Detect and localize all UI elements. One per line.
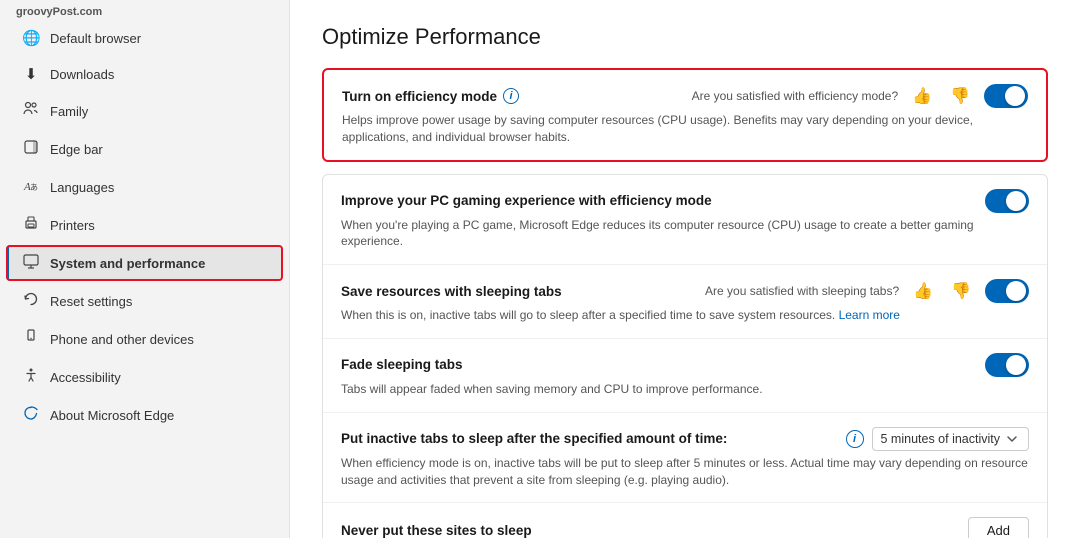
inactive-tabs-title: Put inactive tabs to sleep after the spe… <box>341 431 727 446</box>
efficiency-toggle-thumb <box>1005 86 1025 106</box>
fade-sleeping-tabs-toggle[interactable] <box>985 353 1029 377</box>
efficiency-thumbs-up-button[interactable]: 👍 <box>908 84 936 108</box>
page-title: Optimize Performance <box>322 24 1048 50</box>
gaming-toggle-track <box>985 189 1029 213</box>
sidebar-item-label: Edge bar <box>50 142 271 157</box>
never-sleep-title: Never put these sites to sleep <box>341 523 532 538</box>
inactive-tabs-row: Put inactive tabs to sleep after the spe… <box>323 413 1047 504</box>
main-content: Optimize Performance Turn on efficiency … <box>290 0 1080 538</box>
add-site-button[interactable]: Add <box>968 517 1029 538</box>
efficiency-mode-controls: Are you satisfied with efficiency mode? … <box>692 84 1028 108</box>
sidebar-item-family[interactable]: Family <box>6 93 283 129</box>
sleeping-tabs-desc: When this is on, inactive tabs will go t… <box>341 307 1029 324</box>
other-settings-section: Improve your PC gaming experience with e… <box>322 174 1048 538</box>
sidebar-item-label: System and performance <box>50 256 271 271</box>
sidebar-item-label: Phone and other devices <box>50 332 271 347</box>
dropdown-chevron-icon <box>1006 433 1018 445</box>
gaming-experience-title: Improve your PC gaming experience with e… <box>341 193 712 208</box>
fade-sleeping-tabs-title: Fade sleeping tabs <box>341 357 463 372</box>
never-sleep-sites-row: Never put these sites to sleep Add This … <box>323 503 1047 538</box>
fade-tabs-controls <box>985 353 1029 377</box>
phone-devices-icon <box>22 329 40 349</box>
sleeping-tabs-controls: Are you satisfied with sleeping tabs? 👍 … <box>705 279 1029 303</box>
sidebar-item-phone-devices[interactable]: Phone and other devices <box>6 321 283 357</box>
sidebar: groovyPost.com 🌐 Default browser ⬇ Downl… <box>0 0 290 538</box>
sleeping-tabs-thumbs-down-button[interactable]: 👎 <box>947 279 975 303</box>
sidebar-item-reset-settings[interactable]: Reset settings <box>6 283 283 319</box>
inactive-tabs-desc: When efficiency mode is on, inactive tab… <box>341 455 1029 489</box>
downloads-icon: ⬇ <box>22 65 40 83</box>
languages-icon: Aあ <box>22 177 40 197</box>
gaming-experience-desc: When you're playing a PC game, Microsoft… <box>341 217 1029 251</box>
efficiency-mode-section: Turn on efficiency mode i Are you satisf… <box>322 68 1048 162</box>
accessibility-icon <box>22 367 40 387</box>
family-icon <box>22 101 40 121</box>
sidebar-item-label: Reset settings <box>50 294 271 309</box>
gaming-experience-toggle[interactable] <box>985 189 1029 213</box>
inactivity-dropdown[interactable]: 5 minutes of inactivity <box>872 427 1030 451</box>
gaming-experience-row: Improve your PC gaming experience with e… <box>323 175 1047 266</box>
inactivity-value: 5 minutes of inactivity <box>881 432 1001 446</box>
inactivity-controls: i 5 minutes of inactivity <box>846 427 1030 451</box>
sidebar-item-label: Default browser <box>50 31 271 46</box>
learn-more-link[interactable]: Learn more <box>839 308 900 322</box>
sidebar-item-label: Languages <box>50 180 271 195</box>
sleeping-tabs-toggle[interactable] <box>985 279 1029 303</box>
sleeping-tabs-feedback-text: Are you satisfied with sleeping tabs? <box>705 284 899 298</box>
efficiency-toggle-track <box>984 84 1028 108</box>
sleeping-tabs-row: Save resources with sleeping tabs Are yo… <box>323 265 1047 339</box>
sidebar-item-languages[interactable]: Aあ Languages <box>6 169 283 205</box>
watermark: groovyPost.com <box>0 0 289 20</box>
about-edge-icon <box>22 405 40 425</box>
efficiency-mode-row: Turn on efficiency mode i Are you satisf… <box>324 70 1046 160</box>
printers-icon <box>22 215 40 235</box>
svg-text:あ: あ <box>30 183 38 192</box>
efficiency-mode-title: Turn on efficiency mode i <box>342 88 519 104</box>
sleeping-toggle-thumb <box>1006 281 1026 301</box>
gaming-controls <box>985 189 1029 213</box>
never-sleep-controls: Add <box>968 517 1029 538</box>
sidebar-item-label: Printers <box>50 218 271 233</box>
reset-settings-icon <box>22 291 40 311</box>
fade-toggle-thumb <box>1006 355 1026 375</box>
sidebar-item-edge-bar[interactable]: Edge bar <box>6 131 283 167</box>
sidebar-item-printers[interactable]: Printers <box>6 207 283 243</box>
efficiency-thumbs-down-button[interactable]: 👎 <box>946 84 974 108</box>
edge-bar-icon <box>22 139 40 159</box>
sleeping-tabs-thumbs-up-button[interactable]: 👍 <box>909 279 937 303</box>
sidebar-item-system-performance[interactable]: System and performance <box>6 245 283 281</box>
fade-sleeping-tabs-row: Fade sleeping tabs Tabs will appear fade… <box>323 339 1047 413</box>
efficiency-mode-desc: Helps improve power usage by saving comp… <box>342 112 1028 146</box>
sidebar-item-about-edge[interactable]: About Microsoft Edge <box>6 397 283 433</box>
fade-sleeping-tabs-desc: Tabs will appear faded when saving memor… <box>341 381 1029 398</box>
inactivity-info-icon[interactable]: i <box>846 430 864 448</box>
sleeping-toggle-track <box>985 279 1029 303</box>
sidebar-item-accessibility[interactable]: Accessibility <box>6 359 283 395</box>
fade-toggle-track <box>985 353 1029 377</box>
gaming-toggle-thumb <box>1006 191 1026 211</box>
sidebar-item-downloads[interactable]: ⬇ Downloads <box>6 57 283 91</box>
default-browser-icon: 🌐 <box>22 29 40 47</box>
sidebar-item-label: Accessibility <box>50 370 271 385</box>
sidebar-item-default-browser[interactable]: 🌐 Default browser <box>6 21 283 55</box>
sidebar-item-label: Downloads <box>50 67 271 82</box>
efficiency-mode-toggle[interactable] <box>984 84 1028 108</box>
sidebar-item-label: Family <box>50 104 271 119</box>
system-performance-icon <box>22 253 40 273</box>
efficiency-mode-info-icon[interactable]: i <box>503 88 519 104</box>
efficiency-feedback-text: Are you satisfied with efficiency mode? <box>692 89 899 103</box>
sidebar-item-label: About Microsoft Edge <box>50 408 271 423</box>
sleeping-tabs-title: Save resources with sleeping tabs <box>341 284 562 299</box>
